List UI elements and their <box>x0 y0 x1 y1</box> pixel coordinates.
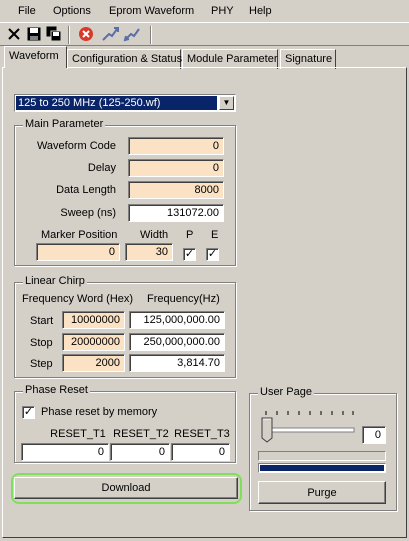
stop-word-field[interactable]: 20000000 <box>62 333 125 351</box>
waveform-code-label: Waveform Code <box>36 140 116 152</box>
phase-reset-by-memory-label: Phase reset by memory <box>41 406 158 418</box>
reset-t2-field[interactable]: 0 <box>110 443 170 461</box>
save-icon[interactable] <box>26 26 44 44</box>
phase-reset-by-memory-checkbox[interactable]: ✓ <box>22 406 35 419</box>
waveform-code-field[interactable]: 0 <box>128 137 224 155</box>
close-icon[interactable] <box>6 26 24 44</box>
menu-eprom-waveform[interactable]: Eprom Waveform <box>109 5 194 17</box>
menu-help[interactable]: Help <box>249 5 272 17</box>
width-label: Width <box>140 229 169 241</box>
p-label: P <box>186 229 194 241</box>
stop-hz-field[interactable]: 250,000,000.00 <box>129 333 225 351</box>
main-parameter-title: Main Parameter <box>23 118 106 130</box>
menu-phy[interactable]: PHY <box>211 5 234 17</box>
step-label: Step <box>30 358 53 370</box>
stop-label: Stop <box>30 337 53 349</box>
toolbar <box>0 22 409 46</box>
start-word-field[interactable]: 10000000 <box>62 311 125 329</box>
p-checkbox[interactable]: ✓ <box>183 248 196 261</box>
upload-icon[interactable] <box>101 26 119 44</box>
tab-configuration-status[interactable]: Configuration & Status <box>67 49 182 69</box>
stop-icon[interactable] <box>78 26 96 44</box>
waveform-select[interactable]: 125 to 250 MHz (125-250.wf) ▼ <box>14 94 236 112</box>
frequency-word-label: Frequency Word (Hex) <box>22 293 134 305</box>
marker-position-field[interactable]: 0 <box>36 243 120 261</box>
reset-t2-label: RESET_T2 <box>113 428 169 440</box>
step-hz-field[interactable]: 3,814.70 <box>129 354 225 372</box>
delay-label: Delay <box>87 162 116 174</box>
user-page-status-bar <box>258 451 386 461</box>
tab-module-parameter[interactable]: Module Parameter <box>182 49 278 69</box>
chevron-down-icon[interactable]: ▼ <box>219 96 234 110</box>
user-page-progress-fill <box>260 465 384 471</box>
marker-position-label: Marker Position <box>41 229 118 241</box>
reset-t1-field[interactable]: 0 <box>21 443 109 461</box>
waveform-select-value: 125 to 250 MHz (125-250.wf) <box>16 96 217 110</box>
step-word-field[interactable]: 2000 <box>62 354 125 372</box>
start-hz-field[interactable]: 125,000,000.00 <box>129 311 225 329</box>
menu-file[interactable]: File <box>18 5 36 17</box>
menu-bar: File Options Eprom Waveform PHY Help <box>0 0 409 22</box>
tab-waveform[interactable]: Waveform <box>4 46 67 68</box>
delay-field[interactable]: 0 <box>128 159 224 177</box>
e-label: E <box>211 229 219 241</box>
linear-chirp-title: Linear Chirp <box>23 275 87 287</box>
user-page-progress-track <box>258 463 386 473</box>
data-length-label: Data Length <box>56 184 116 196</box>
reset-t3-field[interactable]: 0 <box>171 443 230 461</box>
sweep-label: Sweep (ns) <box>60 207 116 219</box>
e-checkbox[interactable]: ✓ <box>206 248 219 261</box>
purge-button[interactable]: Purge <box>258 481 386 504</box>
reset-t1-label: RESET_T1 <box>50 428 106 440</box>
menu-options[interactable]: Options <box>53 5 91 17</box>
width-field[interactable]: 30 <box>125 243 173 261</box>
phase-reset-title: Phase Reset <box>23 384 90 396</box>
download-icon[interactable] <box>123 26 141 44</box>
download-button[interactable]: Download <box>14 477 238 499</box>
save-all-icon[interactable] <box>46 26 64 44</box>
user-page-value-field[interactable]: 0 <box>362 426 386 444</box>
data-length-field[interactable]: 8000 <box>128 181 224 199</box>
start-label: Start <box>30 315 54 327</box>
sweep-field: 131072.00 <box>128 204 224 222</box>
toolbar-separator <box>68 26 70 44</box>
frequency-hz-label: Frequency(Hz) <box>147 293 220 305</box>
reset-t3-label: RESET_T3 <box>174 428 230 440</box>
toolbar-separator <box>150 26 152 44</box>
user-page-title: User Page <box>258 386 314 398</box>
user-page-slider[interactable] <box>260 407 356 443</box>
tab-signature[interactable]: Signature <box>280 49 336 69</box>
